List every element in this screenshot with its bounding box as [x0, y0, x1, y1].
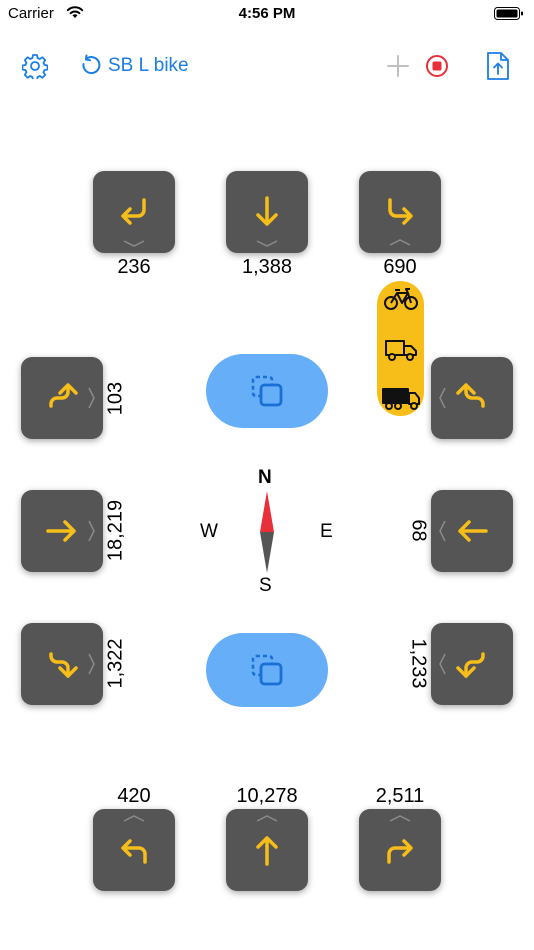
turn-tile-west-top[interactable] — [21, 357, 103, 439]
plus-icon — [387, 55, 409, 77]
count-west-bottom: 1,322 — [104, 638, 127, 689]
chevron-left-icon — [439, 387, 446, 409]
gear-icon — [22, 54, 48, 79]
count-west-middle: 18,219 — [104, 499, 127, 562]
turn-tile-east-bottom[interactable] — [431, 623, 513, 705]
copy-button-bottom[interactable] — [206, 633, 328, 707]
export-button[interactable] — [482, 44, 514, 88]
chevron-up-icon — [256, 815, 278, 822]
turn-right-arrow-icon — [387, 839, 413, 864]
turn-tile-south-right[interactable] — [359, 171, 441, 253]
record-button[interactable] — [423, 44, 451, 88]
count-south-left: 236 — [117, 256, 151, 278]
count-north-through: 10,278 — [236, 785, 298, 807]
vehicle-type-selector[interactable] — [377, 281, 424, 416]
status-bar: Carrier 4:56 PM — [0, 0, 534, 30]
toolbar: SB L bike — [0, 44, 534, 88]
undo-icon — [82, 54, 101, 75]
u-turn-left-arrow-icon — [121, 198, 146, 225]
turn-tile-west-bottom[interactable] — [21, 623, 103, 705]
chevron-right-icon — [88, 653, 95, 675]
turn-tile-east-top[interactable] — [431, 357, 513, 439]
copy-button-top[interactable] — [206, 354, 328, 428]
count-south-through: 1,388 — [241, 256, 293, 278]
record-stop-icon — [426, 55, 448, 77]
count-east-bottom: 1,233 — [407, 638, 430, 689]
compass-north-label: N — [258, 467, 272, 488]
turn-tile-north-right[interactable] — [359, 809, 441, 891]
chevron-right-icon — [88, 387, 95, 409]
count-east-middle: 68 — [407, 519, 430, 542]
arrow-left-icon — [458, 520, 488, 542]
title-button[interactable]: SB L bike — [78, 44, 208, 88]
add-button[interactable] — [384, 44, 412, 88]
session-title: SB L bike — [108, 55, 189, 76]
count-west-top: 103 — [104, 381, 127, 416]
arrow-up-icon — [256, 836, 278, 866]
count-south-right: 690 — [383, 256, 417, 278]
chevron-left-icon — [439, 520, 446, 542]
truck-icon — [385, 340, 417, 361]
turn-tile-east-middle[interactable] — [431, 490, 513, 572]
turn-tile-south-left[interactable] — [93, 171, 175, 253]
chevron-up-icon — [123, 815, 145, 822]
turn-left-arrow-icon — [121, 839, 147, 864]
arrow-down-icon — [256, 196, 278, 226]
u-turn-right-arrow-icon — [388, 198, 413, 225]
chevron-right-icon — [88, 520, 95, 542]
turn-up-left-arrow-icon — [456, 383, 485, 408]
chevron-down-icon — [256, 240, 278, 247]
semi-truck-icon — [382, 388, 420, 410]
compass-needle-icon — [260, 491, 274, 573]
chevron-up-icon — [389, 815, 411, 822]
battery-icon — [494, 7, 523, 20]
turn-down-left-arrow-icon — [456, 652, 485, 678]
turn-down-arrow-icon — [49, 652, 78, 678]
turn-tile-south-through[interactable] — [226, 171, 308, 253]
compass-west-label: W — [200, 521, 218, 542]
turn-up-arrow-icon — [49, 383, 78, 408]
count-north-left: 420 — [117, 785, 151, 807]
copy-icon — [251, 654, 283, 686]
turn-tile-west-middle[interactable] — [21, 490, 103, 572]
compass-east-label: E — [320, 521, 333, 542]
compass-south-label: S — [259, 575, 272, 596]
arrow-right-icon — [46, 520, 76, 542]
settings-button[interactable] — [20, 44, 50, 88]
chevron-up-icon — [389, 239, 411, 246]
export-icon — [487, 52, 509, 80]
bicycle-icon — [384, 288, 418, 310]
count-north-right: 2,511 — [375, 785, 425, 807]
chevron-left-icon — [439, 653, 446, 675]
chevron-down-icon — [123, 240, 145, 247]
turn-tile-north-left[interactable] — [93, 809, 175, 891]
clock: 4:56 PM — [238, 5, 296, 22]
copy-icon — [251, 375, 283, 407]
turn-tile-north-through[interactable] — [226, 809, 308, 891]
